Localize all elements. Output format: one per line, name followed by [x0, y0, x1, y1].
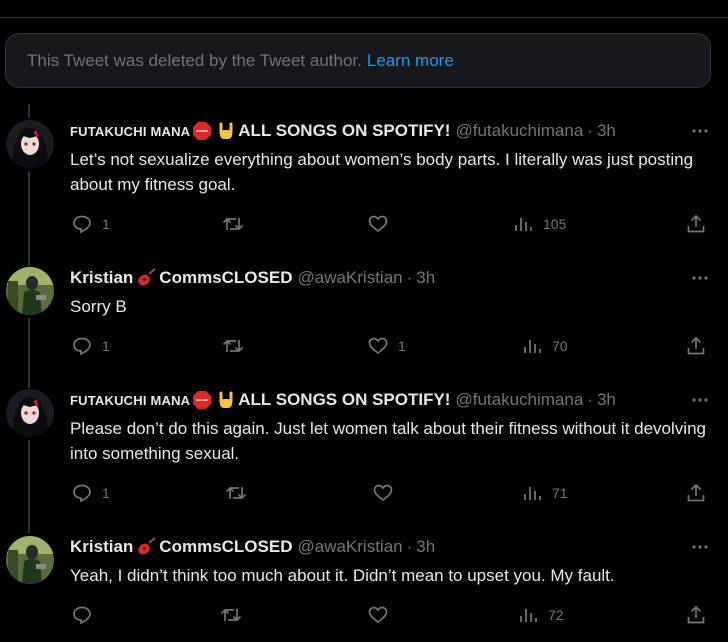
reply-count: 1	[102, 485, 110, 501]
share-button[interactable]	[686, 483, 706, 503]
author-name[interactable]: FUTAKUCHI MANA	[70, 393, 190, 408]
reply-icon	[73, 337, 91, 356]
views-icon	[524, 340, 541, 353]
view-count: 72	[548, 607, 564, 623]
avatar[interactable]	[6, 267, 54, 315]
retweet-icon	[220, 608, 242, 622]
view-count: 105	[543, 216, 567, 232]
reply-button[interactable]	[72, 605, 102, 625]
tweet-actions: 72	[0, 605, 728, 627]
author-handle[interactable]: @futakuchimana	[455, 121, 583, 141]
like-count: 1	[398, 338, 406, 354]
reply-icon	[73, 606, 91, 625]
retweet-icon	[222, 339, 244, 353]
views-icon	[524, 487, 541, 500]
reply-button[interactable]: 1	[72, 483, 110, 503]
retweet-button[interactable]	[222, 214, 244, 234]
separator-dot: ·	[406, 268, 413, 287]
more-icon[interactable]	[691, 538, 709, 556]
author-handle[interactable]: @awaKristian	[297, 537, 402, 557]
avatar[interactable]	[6, 536, 54, 584]
rock-hand-emoji	[219, 122, 233, 139]
stop-sign-emoji	[193, 122, 212, 140]
reply-button[interactable]: 1	[72, 336, 110, 356]
share-icon	[687, 336, 705, 355]
tweet-actions: 1 71	[0, 483, 728, 505]
retweet-button[interactable]	[222, 336, 244, 356]
timestamp[interactable]: 3h	[416, 537, 435, 557]
top-divider	[0, 17, 728, 18]
reply-count: 1	[102, 338, 110, 354]
retweet-button[interactable]	[225, 483, 247, 503]
views-icon	[515, 218, 532, 231]
tweet-header: Kristian CommsCLOSED @awaKristian · 3h	[70, 535, 435, 559]
reply-count: 1	[102, 216, 110, 232]
retweet-button[interactable]	[220, 605, 242, 625]
timestamp[interactable]: 3h	[416, 268, 435, 288]
like-icon	[368, 337, 388, 355]
views-button[interactable]: 72	[518, 605, 564, 625]
avatar[interactable]	[6, 120, 54, 168]
thread-line	[28, 104, 30, 118]
like-button[interactable]	[368, 605, 388, 625]
tweet-actions: 1 1 70	[0, 336, 728, 358]
author-name[interactable]: Kristian	[70, 268, 133, 288]
like-icon	[368, 606, 388, 624]
learn-more-link[interactable]: Learn more	[367, 51, 454, 71]
like-button[interactable]	[373, 483, 393, 503]
author-name-suffix: ALL SONGS ON SPOTIFY!	[238, 121, 451, 140]
views-button[interactable]: 105	[513, 214, 566, 234]
view-count: 70	[552, 338, 568, 354]
like-button[interactable]	[368, 214, 388, 234]
retweet-icon	[225, 486, 247, 500]
share-icon	[687, 483, 705, 502]
more-icon[interactable]	[691, 269, 709, 287]
guitar-emoji	[138, 537, 156, 555]
author-name-suffix: CommsCLOSED	[159, 268, 293, 287]
view-count: 71	[552, 485, 568, 501]
deleted-notice-text: This Tweet was deleted by the Tweet auth…	[27, 50, 362, 70]
author-name[interactable]: FUTAKUCHI MANA	[70, 124, 190, 139]
tweet-text: Yeah, I didn’t think too much about it. …	[70, 566, 615, 585]
retweet-icon	[222, 217, 244, 231]
share-button[interactable]	[686, 336, 706, 356]
separator-dot: ·	[587, 390, 593, 409]
author-name-suffix: CommsCLOSED	[159, 537, 293, 556]
reply-button[interactable]: 1	[72, 214, 110, 234]
reply-icon	[73, 215, 91, 234]
tweet-header: Kristian CommsCLOSED @awaKristian · 3h	[70, 266, 435, 290]
author-handle[interactable]: @awaKristian	[297, 268, 402, 288]
tweet-header: FUTAKUCHI MANA ALL SONGS ON SPOTIFY! @fu…	[70, 388, 616, 412]
deleted-tweet-notice: This Tweet was deleted by the Tweet auth…	[5, 33, 711, 88]
avatar[interactable]	[6, 389, 54, 437]
views-button[interactable]: 71	[522, 483, 568, 503]
tweet-text: Please don’t do this again. Just let wom…	[70, 419, 706, 463]
tweet-text: Sorry B	[70, 297, 127, 316]
share-icon	[687, 214, 705, 233]
tweet-header: FUTAKUCHI MANA ALL SONGS ON SPOTIFY! @fu…	[70, 119, 616, 143]
author-handle[interactable]: @futakuchimana	[455, 390, 583, 410]
guitar-emoji	[138, 268, 156, 286]
share-icon	[687, 605, 705, 624]
author-name-suffix: ALL SONGS ON SPOTIFY!	[238, 390, 451, 409]
reply-icon	[73, 484, 91, 503]
rock-hand-emoji	[219, 391, 233, 408]
tweet-actions: 1 105	[0, 214, 728, 236]
timestamp[interactable]: 3h	[597, 390, 616, 410]
separator-dot: ·	[406, 537, 413, 556]
more-icon[interactable]	[691, 391, 709, 409]
timestamp[interactable]: 3h	[597, 121, 616, 141]
separator-dot: ·	[587, 121, 593, 140]
like-icon	[368, 215, 388, 233]
views-icon	[520, 609, 537, 622]
share-button[interactable]	[686, 605, 706, 625]
like-button[interactable]: 1	[368, 336, 406, 356]
more-icon[interactable]	[691, 122, 709, 140]
views-button[interactable]: 70	[522, 336, 568, 356]
like-icon	[373, 484, 393, 502]
stop-sign-emoji	[193, 391, 212, 409]
tweet-text: Let’s not sexualize everything about wom…	[70, 150, 694, 194]
share-button[interactable]	[686, 214, 706, 234]
author-name[interactable]: Kristian	[70, 537, 133, 557]
